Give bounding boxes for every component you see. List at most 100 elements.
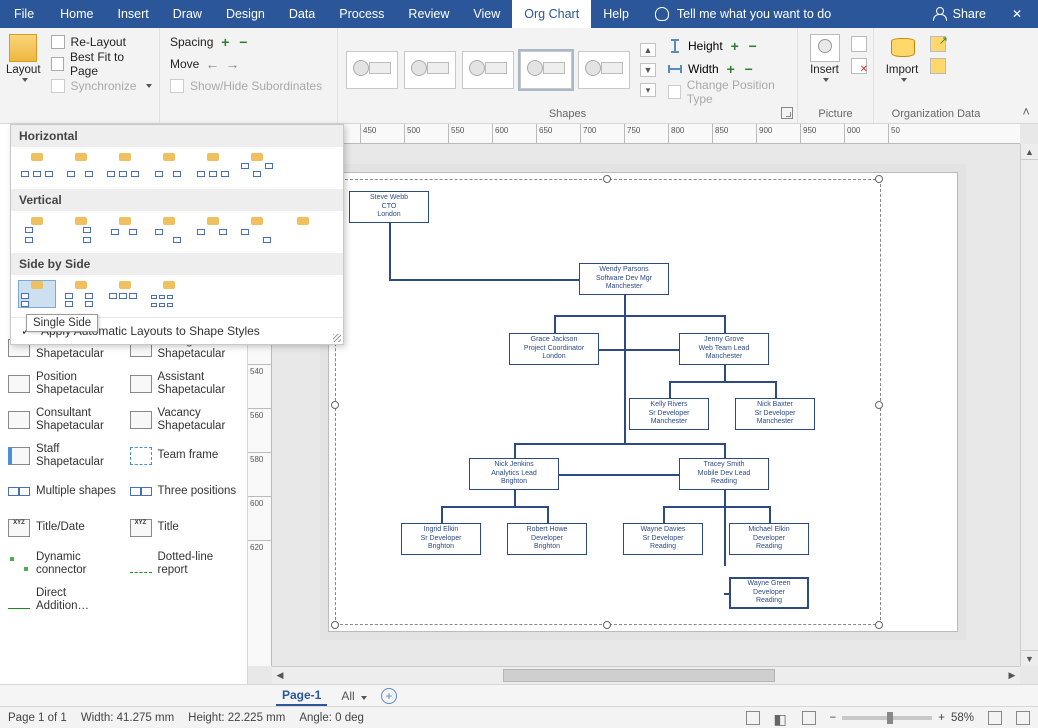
org-node-n3[interactable]: Grace JacksonProject CoordinatorLondon: [509, 333, 599, 365]
stencil-teamframe[interactable]: Team frame: [130, 440, 244, 472]
horizontal-scrollbar[interactable]: ◀ ▶: [272, 666, 1020, 684]
stencil-staff[interactable]: Staff Shapetacular: [8, 440, 122, 472]
vertical-scrollbar[interactable]: ▲ ▼: [1020, 144, 1038, 666]
org-node-n8[interactable]: Tracey SmithMobile Dev LeadReading: [679, 458, 769, 490]
arrow-right-icon[interactable]: →: [225, 56, 239, 72]
layout-h-1[interactable]: [19, 153, 55, 179]
plus-icon[interactable]: +: [219, 34, 231, 50]
sel-handle-sw[interactable]: [331, 621, 339, 629]
minus-icon[interactable]: −: [743, 61, 755, 77]
fit-page-icon[interactable]: [988, 711, 1002, 725]
stencil-consultant[interactable]: Consultant Shapetacular: [8, 404, 122, 436]
tab-home[interactable]: Home: [48, 0, 105, 28]
org-node-n2[interactable]: Wendy ParsonsSoftware Dev MgrManchester: [579, 263, 669, 295]
width-control[interactable]: Width+−: [668, 59, 791, 79]
scroll-up[interactable]: ▲: [1021, 144, 1038, 160]
layout-dropdown[interactable]: Horizontal Vertical Side by Side: [10, 124, 344, 345]
org-node-n10[interactable]: Robert HoweDeveloperBrighton: [507, 523, 587, 555]
shapes-gallery[interactable]: ▲ ▼ ▾: [344, 32, 658, 102]
scroll-right[interactable]: ▶: [1004, 667, 1020, 684]
org-node-n9[interactable]: Ingrid ElkinSr DeveloperBrighton: [401, 523, 481, 555]
plus-icon[interactable]: +: [729, 38, 741, 54]
relayout-button[interactable]: Re-Layout: [47, 32, 156, 52]
presentation-mode-icon[interactable]: [774, 711, 788, 725]
insert-picture-button[interactable]: Insert: [804, 32, 845, 82]
page-tab-1[interactable]: Page-1: [276, 686, 327, 706]
tab-orgchart[interactable]: Org Chart: [512, 0, 591, 28]
zoom-value[interactable]: 58%: [951, 712, 974, 724]
tab-process[interactable]: Process: [327, 0, 396, 28]
spacing-control[interactable]: Spacing + −: [166, 32, 331, 52]
arrow-left-icon[interactable]: ←: [205, 56, 219, 72]
stencil-dotted[interactable]: Dotted-line report: [130, 548, 244, 580]
shape-style-1[interactable]: [346, 51, 398, 89]
change-position-type[interactable]: Change Position Type: [668, 82, 791, 102]
layout-v-6[interactable]: [239, 217, 275, 243]
layout-v-7[interactable]: [283, 217, 319, 243]
stencil-direct[interactable]: Direct Addition…: [8, 584, 122, 616]
drawing-page[interactable]: Steve WebbCTOLondon Wendy ParsonsSoftware…: [328, 172, 958, 632]
layout-s-1[interactable]: [19, 281, 55, 307]
stencil-vacancy[interactable]: Vacancy Shapetacular: [130, 404, 244, 436]
plus-icon[interactable]: +: [725, 61, 737, 77]
stencil-title[interactable]: Title: [130, 512, 244, 544]
hscroll-thumb[interactable]: [503, 669, 775, 682]
stencil-titledate[interactable]: Title/Date: [8, 512, 122, 544]
layout-v-2[interactable]: [63, 217, 99, 243]
tab-help[interactable]: Help: [591, 0, 641, 28]
zoom-slider[interactable]: [842, 716, 932, 720]
picture-show-hide[interactable]: [851, 36, 867, 52]
page-width-icon[interactable]: [802, 711, 816, 725]
shape-style-5[interactable]: [578, 51, 630, 89]
gallery-up[interactable]: ▲: [640, 43, 656, 57]
tab-draw[interactable]: Draw: [161, 0, 214, 28]
org-node-n13[interactable]: Wayne GreenDeveloperReading: [729, 577, 809, 609]
layout-h-2[interactable]: [63, 153, 99, 179]
sel-handle-e[interactable]: [875, 401, 883, 409]
tab-design[interactable]: Design: [214, 0, 277, 28]
scroll-down[interactable]: ▼: [1021, 650, 1038, 666]
layout-s-4[interactable]: [151, 281, 187, 307]
resize-grip[interactable]: [333, 334, 341, 342]
shape-style-3[interactable]: [462, 51, 514, 89]
layout-v-4[interactable]: [151, 217, 187, 243]
minus-icon[interactable]: −: [237, 34, 249, 50]
layout-v-3[interactable]: [107, 217, 143, 243]
record-macro-icon[interactable]: [746, 711, 760, 725]
switch-windows-icon[interactable]: [1016, 711, 1030, 725]
sel-handle-s[interactable]: [603, 621, 611, 629]
layout-h-6[interactable]: [239, 153, 275, 179]
add-page-button[interactable]: +: [381, 688, 397, 704]
org-node-n12[interactable]: Michael ElkinDeveloperReading: [729, 523, 809, 555]
synchronize-button[interactable]: Synchronize: [47, 76, 156, 96]
org-node-n1[interactable]: Steve WebbCTOLondon: [349, 191, 429, 223]
move-control[interactable]: Move ← →: [166, 54, 331, 74]
tab-view[interactable]: View: [461, 0, 512, 28]
shapes-dialog-launcher[interactable]: [781, 107, 793, 119]
layout-button[interactable]: Layout: [6, 32, 41, 82]
sel-handle-n[interactable]: [603, 175, 611, 183]
tab-data[interactable]: Data: [277, 0, 327, 28]
layout-h-3[interactable]: [107, 153, 143, 179]
gallery-down[interactable]: ▼: [640, 63, 656, 77]
canvas-area[interactable]: 3504004505005506006507007508008509009500…: [248, 124, 1038, 684]
tab-review[interactable]: Review: [396, 0, 461, 28]
bestfit-button[interactable]: Best Fit to Page: [47, 54, 156, 74]
zoom-in[interactable]: +: [938, 712, 945, 724]
layout-v-5[interactable]: [195, 217, 231, 243]
layout-h-5[interactable]: [195, 153, 231, 179]
org-node-n7[interactable]: Nick JenkinsAnalytics LeadBrighton: [469, 458, 559, 490]
showhide-subs-button[interactable]: Show/Hide Subordinates: [166, 76, 331, 96]
org-node-n5[interactable]: Kelly RiversSr DeveloperManchester: [629, 398, 709, 430]
tab-insert[interactable]: Insert: [106, 0, 161, 28]
shape-style-4[interactable]: [520, 51, 572, 89]
all-pages-dropdown[interactable]: All: [337, 687, 371, 705]
org-node-n11[interactable]: Wayne DaviesSr DeveloperReading: [623, 523, 703, 555]
import-button[interactable]: Import: [880, 32, 924, 82]
layout-h-4[interactable]: [151, 153, 187, 179]
stencil-multiple[interactable]: Multiple shapes: [8, 476, 122, 508]
shape-style-2[interactable]: [404, 51, 456, 89]
sel-handle-se[interactable]: [875, 621, 883, 629]
scroll-left[interactable]: ◀: [272, 667, 288, 684]
export-button[interactable]: ↗: [930, 36, 946, 52]
